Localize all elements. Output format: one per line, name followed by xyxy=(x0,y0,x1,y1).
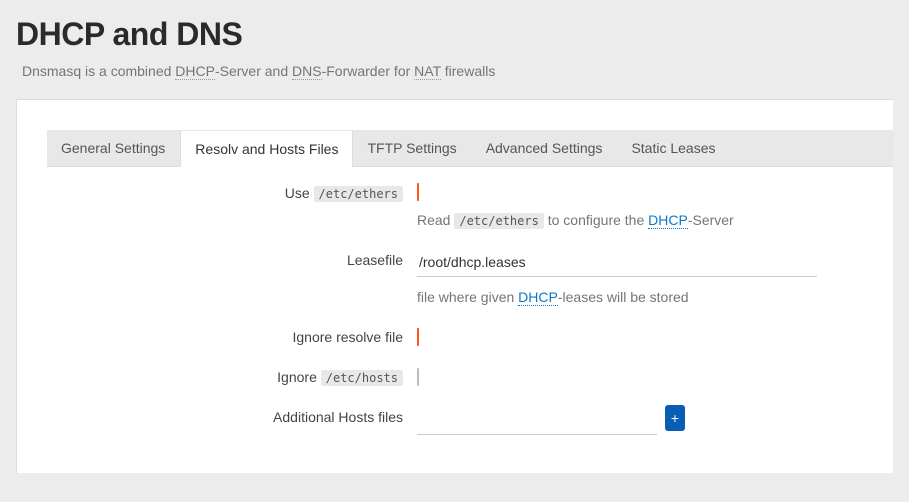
tab-resolv-hosts[interactable]: Resolv and Hosts Files xyxy=(180,130,353,167)
label-text: Use xyxy=(285,185,314,201)
tab-general-settings[interactable]: General Settings xyxy=(47,130,180,166)
help-leasefile: file where given DHCP-leases will be sto… xyxy=(417,289,863,305)
help-use-etc-ethers: Read /etc/ethers to configure the DHCP-S… xyxy=(417,212,863,228)
settings-panel: General Settings Resolv and Hosts Files … xyxy=(16,99,893,473)
add-hosts-file-button[interactable]: + xyxy=(665,405,685,431)
page-title: DHCP and DNS xyxy=(16,16,893,53)
label-text: Ignore xyxy=(277,369,321,385)
label-leasefile: Leasefile xyxy=(47,250,417,268)
tab-tftp-settings[interactable]: TFTP Settings xyxy=(353,130,471,166)
label-ignore-resolve: Ignore resolve file xyxy=(47,327,417,345)
page-description: Dnsmasq is a combined DHCP-Server and DN… xyxy=(22,63,893,79)
label-additional-hosts: Additional Hosts files xyxy=(47,407,417,425)
help-link-dhcp[interactable]: DHCP xyxy=(518,289,558,306)
row-additional-hosts: Additional Hosts files + xyxy=(47,407,893,435)
desc-text: Dnsmasq is a combined xyxy=(22,63,175,79)
help-text: Read xyxy=(417,212,454,228)
link-dns[interactable]: DNS xyxy=(292,63,322,80)
desc-text: firewalls xyxy=(441,63,495,79)
label-code: /etc/hosts xyxy=(321,370,403,386)
form-area: Use /etc/ethers Read /etc/ethers to conf… xyxy=(47,167,893,443)
checkbox-ignore-etc-hosts[interactable] xyxy=(417,368,419,386)
help-code: /etc/ethers xyxy=(454,213,543,229)
tab-advanced-settings[interactable]: Advanced Settings xyxy=(472,130,618,166)
tab-bar: General Settings Resolv and Hosts Files … xyxy=(47,130,893,167)
help-link-dhcp[interactable]: DHCP xyxy=(648,212,688,229)
tab-static-leases[interactable]: Static Leases xyxy=(617,130,730,166)
link-nat[interactable]: NAT xyxy=(414,63,441,80)
help-text: -leases will be stored xyxy=(558,289,689,305)
desc-text: -Server and xyxy=(215,63,292,79)
row-use-etc-ethers: Use /etc/ethers Read /etc/ethers to conf… xyxy=(47,183,893,228)
label-use-etc-ethers: Use /etc/ethers xyxy=(47,183,417,201)
desc-text: -Forwarder for xyxy=(322,63,415,79)
help-text: to configure the xyxy=(544,212,648,228)
checkbox-use-etc-ethers[interactable] xyxy=(417,183,419,201)
row-leasefile: Leasefile file where given DHCP-leases w… xyxy=(47,250,893,305)
row-ignore-resolve: Ignore resolve file xyxy=(47,327,893,345)
label-ignore-etc-hosts: Ignore /etc/hosts xyxy=(47,367,417,385)
link-dhcp[interactable]: DHCP xyxy=(175,63,215,80)
row-ignore-etc-hosts: Ignore /etc/hosts xyxy=(47,367,893,385)
input-leasefile[interactable] xyxy=(417,250,817,277)
help-text: -Server xyxy=(688,212,734,228)
label-code: /etc/ethers xyxy=(314,186,403,202)
checkbox-ignore-resolve[interactable] xyxy=(417,328,419,346)
help-text: file where given xyxy=(417,289,518,305)
input-additional-hosts[interactable] xyxy=(417,408,657,435)
